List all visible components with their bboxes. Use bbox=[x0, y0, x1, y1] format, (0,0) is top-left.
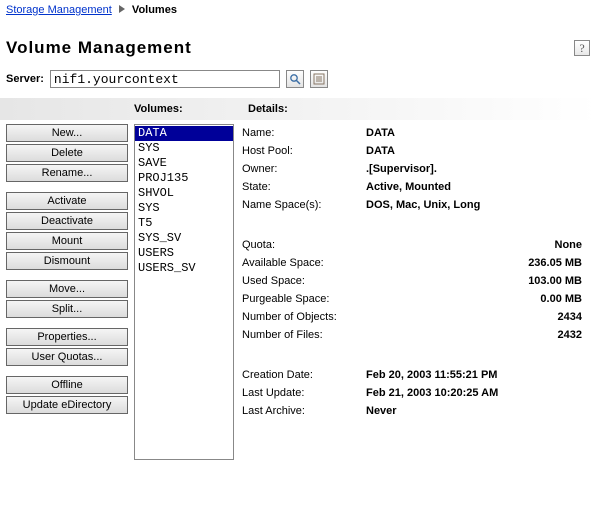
deactivate-button[interactable]: Deactivate bbox=[6, 212, 128, 230]
update-edirectory-button[interactable]: Update eDirectory bbox=[6, 396, 128, 414]
detail-value-name: DATA bbox=[364, 124, 592, 142]
detail-label-purgeablespace: Purgeable Space: bbox=[240, 290, 364, 308]
activate-button[interactable]: Activate bbox=[6, 192, 128, 210]
detail-label-usedspace: Used Space: bbox=[240, 272, 364, 290]
breadcrumb: Storage Management Volumes bbox=[0, 0, 598, 18]
detail-label-numobjects: Number of Objects: bbox=[240, 308, 364, 326]
volumes-list[interactable]: DATASYSSAVEPROJ135SHVOLSYST5SYS_SVUSERSU… bbox=[134, 124, 234, 460]
mount-button[interactable]: Mount bbox=[6, 232, 128, 250]
detail-value-lastarchive: Never bbox=[364, 402, 592, 420]
detail-value-creationdate: Feb 20, 2003 11:55:21 PM bbox=[364, 366, 592, 384]
volume-item[interactable]: PROJ135 bbox=[135, 171, 233, 186]
detail-label-lastarchive: Last Archive: bbox=[240, 402, 364, 420]
detail-value-numfiles: 2432 bbox=[364, 326, 592, 344]
chevron-right-icon bbox=[119, 4, 125, 16]
section-header: Volumes: Details: bbox=[0, 98, 598, 120]
history-icon[interactable] bbox=[310, 70, 328, 88]
details-header: Details: bbox=[244, 103, 598, 115]
breadcrumb-current: Volumes bbox=[132, 4, 177, 16]
server-label: Server: bbox=[6, 73, 44, 85]
volumes-header: Volumes: bbox=[130, 103, 244, 115]
detail-value-availablespace: 236.05 MB bbox=[364, 254, 592, 272]
detail-label-owner: Owner: bbox=[240, 160, 364, 178]
server-input[interactable] bbox=[50, 70, 280, 88]
volume-item[interactable]: SAVE bbox=[135, 156, 233, 171]
detail-label-state: State: bbox=[240, 178, 364, 196]
details-panel: Name: DATA Host Pool: DATA Owner: .[Supe… bbox=[240, 124, 592, 420]
detail-value-state: Active, Mounted bbox=[364, 178, 592, 196]
rename-button[interactable]: Rename... bbox=[6, 164, 128, 182]
page-title: Volume Management bbox=[6, 38, 192, 58]
detail-label-quota: Quota: bbox=[240, 236, 364, 254]
detail-label-numfiles: Number of Files: bbox=[240, 326, 364, 344]
detail-value-usedspace: 103.00 MB bbox=[364, 272, 592, 290]
detail-value-purgeablespace: 0.00 MB bbox=[364, 290, 592, 308]
detail-label-creationdate: Creation Date: bbox=[240, 366, 364, 384]
volume-item[interactable]: SYS_SV bbox=[135, 231, 233, 246]
breadcrumb-parent[interactable]: Storage Management bbox=[6, 4, 112, 16]
search-icon[interactable] bbox=[286, 70, 304, 88]
user-quotas-button[interactable]: User Quotas... bbox=[6, 348, 128, 366]
split-button[interactable]: Split... bbox=[6, 300, 128, 318]
detail-label-hostpool: Host Pool: bbox=[240, 142, 364, 160]
offline-button[interactable]: Offline bbox=[6, 376, 128, 394]
volume-item[interactable]: SYS bbox=[135, 201, 233, 216]
detail-value-quota: None bbox=[364, 236, 592, 254]
detail-value-namespaces: DOS, Mac, Unix, Long bbox=[364, 196, 592, 214]
volume-item[interactable]: SYS bbox=[135, 141, 233, 156]
properties-button[interactable]: Properties... bbox=[6, 328, 128, 346]
detail-value-lastupdate: Feb 21, 2003 10:20:25 AM bbox=[364, 384, 592, 402]
move-button[interactable]: Move... bbox=[6, 280, 128, 298]
volume-item[interactable]: T5 bbox=[135, 216, 233, 231]
new-button[interactable]: New... bbox=[6, 124, 128, 142]
detail-label-name: Name: bbox=[240, 124, 364, 142]
detail-label-availablespace: Available Space: bbox=[240, 254, 364, 272]
volume-item[interactable]: USERS_SV bbox=[135, 261, 233, 276]
volume-item[interactable]: DATA bbox=[135, 126, 233, 141]
detail-value-owner: .[Supervisor]. bbox=[364, 160, 592, 178]
detail-label-namespaces: Name Space(s): bbox=[240, 196, 364, 214]
actions-column: New... Delete Rename... Activate Deactiv… bbox=[6, 124, 128, 414]
dismount-button[interactable]: Dismount bbox=[6, 252, 128, 270]
volume-item[interactable]: USERS bbox=[135, 246, 233, 261]
delete-button[interactable]: Delete bbox=[6, 144, 128, 162]
detail-value-hostpool: DATA bbox=[364, 142, 592, 160]
detail-label-lastupdate: Last Update: bbox=[240, 384, 364, 402]
volume-item[interactable]: SHVOL bbox=[135, 186, 233, 201]
detail-value-numobjects: 2434 bbox=[364, 308, 592, 326]
help-icon[interactable]: ? bbox=[574, 40, 590, 56]
